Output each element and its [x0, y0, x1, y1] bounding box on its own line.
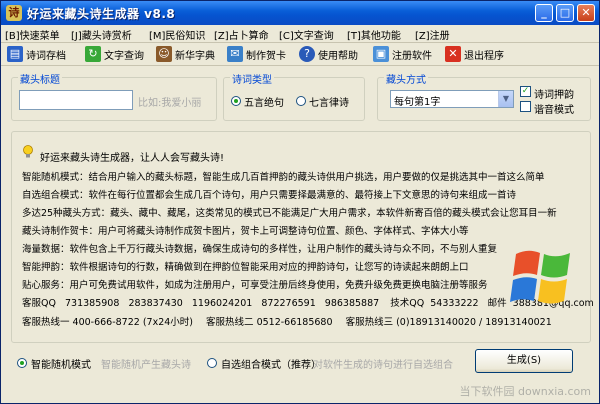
help-icon: ?	[299, 46, 315, 62]
tool-label: 制作贺卡	[246, 50, 286, 62]
tool-register-button[interactable]: ▣ 注册软件	[373, 44, 432, 64]
title-group: 藏头标题 比如:我爱小丽	[11, 71, 217, 121]
main-window: 诗 好运来藏头诗生成器 v8.8 _ □ ✕ [B]快速菜单 [J]藏头诗赏析 …	[0, 0, 600, 404]
close-button[interactable]: ✕	[577, 4, 595, 22]
tool-card-button[interactable]: ✉ 制作贺卡	[227, 44, 286, 64]
title-group-legend: 藏头标题	[18, 71, 62, 86]
poem-type-group: 诗词类型 五言绝句 七言律诗	[223, 71, 365, 121]
tool-label: 注册软件	[392, 50, 432, 62]
radio-five-char[interactable]	[231, 96, 241, 106]
acrostic-mode-value: 每句第1字	[394, 97, 441, 108]
person-icon: ☺	[156, 46, 172, 62]
menu-appreciation[interactable]: [J]藏头诗赏析	[71, 27, 132, 42]
radio-seven-char[interactable]	[296, 96, 306, 106]
description-panel: 好运来藏头诗生成器，让人人会写藏头诗! 智能随机模式：结合用户输入的藏头标题，智…	[11, 131, 594, 343]
homophone-checkbox[interactable]	[520, 101, 531, 112]
qq-label: 客服QQ	[22, 298, 56, 309]
chevron-down-icon[interactable]: ▼	[498, 91, 513, 107]
tech-qq-label: 技术QQ	[390, 298, 425, 309]
rhyme-checkbox[interactable]: ✓	[520, 86, 531, 97]
acrostic-title-input[interactable]	[19, 90, 133, 110]
windows-logo-icon	[510, 250, 570, 304]
card-icon: ✉	[227, 46, 243, 62]
feature-line: 自选组合模式：软件在每行位置都会生成几百个诗句，用户只需要择最满意的、最符接上下…	[22, 190, 517, 201]
generate-button[interactable]: 生成(S)	[475, 349, 573, 373]
poem-type-legend: 诗词类型	[230, 71, 274, 86]
feature-line: 智能随机模式：结合用户输入的藏头标题，智能生成几百首押韵的藏头诗供用户挑选，用户…	[22, 172, 545, 183]
qq-number: 731385908	[65, 298, 120, 309]
tool-label: 新华字典	[175, 50, 215, 62]
watermark-text: 当下软件园 downxia.com	[459, 385, 591, 398]
tool-dictionary-button[interactable]: ☺ 新华字典	[156, 44, 215, 64]
app-icon: 诗	[6, 5, 22, 21]
toolbar: ▤ 诗词存档 ↻ 文字查询 ☺ 新华字典 ✉ 制作贺卡 ? 使用帮助 ▣ 注册软…	[1, 43, 599, 66]
rhyme-checkbox-label[interactable]: 诗词押韵	[534, 86, 574, 101]
hotline-line: 客服热线一 400-666-8722 (7x24小时) 客服热线二 0512-6…	[22, 314, 552, 328]
minimize-button[interactable]: _	[535, 4, 553, 22]
feature-line: 多达25种藏头方式：藏头、藏中、藏尾，这类常见的模式已不能满足广大用户需求，本软…	[22, 208, 557, 219]
menu-divination[interactable]: [Z]占卜算命	[214, 27, 269, 42]
tool-label: 退出程序	[464, 50, 504, 62]
qq-contact-line: 客服QQ 731385908 283837430 1196024201 8722…	[22, 295, 594, 309]
menu-folklore[interactable]: [M]民俗知识	[149, 27, 205, 42]
refresh-icon: ↻	[85, 46, 101, 62]
radio-seven-char-label[interactable]: 七言律诗	[309, 94, 349, 109]
hotline-1: 客服热线一 400-666-8722 (7x24小时)	[22, 317, 194, 328]
custom-combo-hint: 对软件生成的诗句进行自选组合	[313, 360, 453, 371]
qq-number: 283837430	[128, 298, 183, 309]
menu-text-query[interactable]: [C]文字查询	[279, 27, 334, 42]
smart-random-label[interactable]: 智能随机模式	[31, 356, 91, 371]
intro-text: 好运来藏头诗生成器，让人人会写藏头诗!	[40, 153, 225, 164]
custom-combo-label[interactable]: 自选组合模式（推荐）	[221, 356, 321, 371]
tech-qq-number: 54333222	[430, 298, 479, 309]
tool-exit-button[interactable]: ✕ 退出程序	[445, 44, 504, 64]
tool-label: 文字查询	[104, 50, 144, 62]
feature-line: 海量数据：软件包含上千万行藏头诗数据，确保生成诗句的多样性，让用户制作的藏头诗与…	[22, 244, 498, 255]
qq-number: 986385887	[324, 298, 380, 309]
title-hint: 比如:我爱小丽	[138, 98, 202, 109]
acrostic-mode-select[interactable]: 每句第1字 ▼	[390, 90, 514, 108]
email-label: 邮件	[487, 298, 507, 309]
tool-archive-button[interactable]: ▤ 诗词存档	[7, 44, 66, 64]
feature-line: 智能押韵：软件根据诗句的行数，精确做到在押韵位智能采用对应的押韵诗句，让您写的诗…	[22, 262, 469, 273]
menu-bar: [B]快速菜单 [J]藏头诗赏析 [M]民俗知识 [Z]占卜算命 [C]文字查询…	[1, 25, 599, 43]
acrostic-mode-group: 藏头方式 每句第1字 ▼ ✓ 诗词押韵 谐音模式	[377, 71, 591, 121]
custom-combo-radio[interactable]	[207, 358, 217, 368]
lightbulb-icon	[23, 145, 33, 158]
feature-line: 藏头诗制作贺卡：用户可将藏头诗制作成贺卡图片，贺卡上可调整诗句位置、颜色、字体样…	[22, 226, 469, 237]
maximize-button[interactable]: □	[556, 4, 574, 22]
feature-line: 贴心服务：用户可免费试用软件，如成为注册用户，可享受注册后终身使用，免费升级免费…	[22, 280, 488, 291]
menu-other[interactable]: [T]其他功能	[347, 27, 401, 42]
smart-random-radio[interactable]	[17, 358, 27, 368]
exit-icon: ✕	[445, 46, 461, 62]
smart-random-hint: 智能随机产生藏头诗	[101, 360, 191, 371]
radio-five-char-label[interactable]: 五言绝句	[244, 94, 284, 109]
window-title: 好运来藏头诗生成器 v8.8	[27, 7, 176, 21]
menu-register[interactable]: [Z]注册	[415, 27, 450, 42]
tool-label: 诗词存档	[26, 50, 66, 62]
title-bar[interactable]: 诗 好运来藏头诗生成器 v8.8 _ □ ✕	[1, 1, 599, 25]
homophone-checkbox-label[interactable]: 谐音模式	[534, 101, 574, 116]
tool-text-query-button[interactable]: ↻ 文字查询	[85, 44, 144, 64]
tool-help-button[interactable]: ? 使用帮助	[299, 44, 358, 64]
qq-number: 1196024201	[191, 298, 253, 309]
hotline-2: 客服热线二 0512-66185680	[206, 317, 333, 328]
menu-quick[interactable]: [B]快速菜单	[5, 27, 60, 42]
hotline-3: 客服热线三 (0)18913140020 / 18913140021	[345, 317, 552, 328]
tool-label: 使用帮助	[318, 50, 358, 62]
disk-icon: ▣	[373, 46, 389, 62]
acrostic-mode-legend: 藏头方式	[384, 71, 428, 86]
qq-number: 872276591	[261, 298, 316, 309]
save-icon: ▤	[7, 46, 23, 62]
